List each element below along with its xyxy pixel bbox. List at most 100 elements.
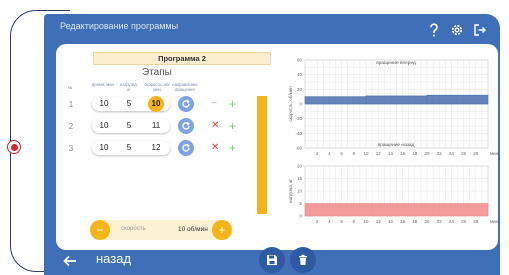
logout-icon[interactable] — [472, 22, 488, 38]
add-stage-icon[interactable]: + — [229, 120, 236, 132]
stages-title: Этапы — [142, 67, 172, 78]
x-tick-label: 22 — [437, 219, 443, 224]
y-tick-label: 40 — [297, 72, 303, 77]
speed-increase-button[interactable]: + — [212, 220, 232, 240]
load-value[interactable]: 5 — [119, 97, 139, 111]
x-tick-label: 14 — [388, 151, 394, 156]
speed-chart: 6040200-20-40-60скорость, об/мин2 4 6 8 10 12… — [288, 58, 498, 157]
x-unit-label: мин — [490, 151, 498, 156]
y-tick-label: 5 — [299, 201, 302, 206]
x-tick-label: 2 — [316, 151, 319, 156]
load-value[interactable]: 5 — [119, 119, 139, 133]
speed-value[interactable]: 11 — [146, 119, 166, 133]
back-arrow-icon[interactable] — [62, 253, 78, 269]
charts-area: 6040200-20-40-60скорость, об/мин2 4 6 8 10 12… — [288, 58, 498, 225]
trash-icon — [299, 254, 307, 265]
save-icon — [267, 255, 277, 265]
col-header-speed: скорость, об/мин — [144, 82, 170, 92]
col-header-load: нагрузка, кг — [120, 82, 138, 92]
x-tick-label: 24 — [449, 219, 455, 224]
speed-value[interactable]: 10 — [146, 97, 166, 111]
y-tick-label: 0 — [299, 214, 302, 219]
time-value[interactable]: 10 — [94, 141, 114, 155]
delete-stage-icon[interactable]: ✕ — [211, 121, 219, 131]
x-tick-label: 10 — [363, 151, 369, 156]
forward-rotation-label: вращение вперед — [376, 61, 416, 66]
x-tick-label: 8 — [353, 151, 356, 156]
speed-value-display[interactable]: 10 об/мин — [178, 226, 208, 233]
load-value[interactable]: 5 — [119, 141, 139, 155]
delete-program-button[interactable] — [290, 247, 316, 273]
y-tick-label: 20 — [297, 164, 303, 169]
x-tick-label: 16 — [400, 151, 406, 156]
x-tick-label: 18 — [412, 151, 418, 156]
load-chart: 20151050нагрузка, кг2 4 6 8 10 12 14 16 18 20 22 24… — [288, 164, 498, 225]
rotation-direction-icon[interactable] — [178, 96, 194, 112]
row-number: 3 — [68, 144, 74, 153]
y-axis-label: скорость, об/мин — [288, 86, 293, 122]
speed-decrease-button[interactable]: − — [90, 220, 110, 240]
x-tick-label: 4 — [328, 219, 331, 224]
bottom-bar: назад — [44, 247, 500, 275]
row-number: 1 — [68, 100, 74, 109]
rotation-direction-icon[interactable] — [178, 118, 194, 134]
col-header-time: время, мин — [92, 82, 114, 87]
time-value[interactable]: 10 — [94, 119, 114, 133]
row-number: 2 — [68, 122, 74, 131]
y-tick-label: 60 — [297, 58, 303, 63]
speed-label: скорость — [121, 226, 146, 232]
add-stage-icon[interactable]: + — [229, 98, 236, 110]
x-tick-label: 28 — [473, 219, 479, 224]
settings-gear-icon[interactable] — [449, 22, 465, 38]
delete-stage-icon[interactable]: − — [211, 99, 217, 109]
add-stage-icon[interactable]: + — [229, 142, 236, 154]
screen: Редактирование программы Программа 2 Эта… — [0, 0, 509, 275]
x-unit-label: мин — [490, 219, 498, 224]
y-tick-label: -40 — [295, 131, 302, 136]
col-header-direction: направление вращения — [172, 82, 198, 92]
col-header-num: № — [67, 85, 73, 90]
x-tick-label: 16 — [400, 219, 406, 224]
help-icon[interactable] — [426, 22, 442, 38]
x-tick-label: 14 — [388, 219, 394, 224]
x-tick-label: 26 — [461, 219, 467, 224]
x-tick-label: 22 — [437, 151, 443, 156]
time-value[interactable]: 10 — [94, 97, 114, 111]
x-tick-label: 12 — [376, 219, 382, 224]
x-tick-label: 2 — [316, 219, 319, 224]
x-tick-label: 20 — [424, 219, 430, 224]
page-title: Редактирование программы — [60, 21, 179, 31]
x-tick-label: 18 — [412, 219, 418, 224]
program-scrollbar[interactable] — [257, 96, 267, 214]
delete-stage-icon[interactable]: ✕ — [211, 143, 219, 153]
y-tick-label: 0 — [299, 102, 302, 107]
y-tick-label: -20 — [295, 116, 302, 121]
x-tick-label: 28 — [473, 151, 479, 156]
x-tick-label: 26 — [461, 151, 467, 156]
program-name: Программа 2 — [93, 52, 271, 65]
x-tick-label: 20 — [424, 151, 430, 156]
record-indicator-icon[interactable] — [7, 140, 21, 154]
x-tick-label: 12 — [376, 151, 382, 156]
app-window: Редактирование программы Программа 2 Эта… — [44, 14, 500, 275]
y-tick-label: -60 — [295, 146, 302, 151]
save-button[interactable] — [259, 247, 285, 273]
series-area — [304, 203, 489, 217]
y-tick-label: 20 — [297, 87, 303, 92]
y-tick-label: 15 — [297, 176, 303, 181]
x-tick-label: 6 — [340, 219, 343, 224]
back-button[interactable]: назад — [96, 251, 131, 266]
speed-value[interactable]: 12 — [146, 141, 166, 155]
top-bar: Редактирование программы — [44, 14, 500, 44]
editor-panel: Программа 2 Этапы № время, мин нагрузка,… — [56, 44, 498, 250]
y-tick-label: 10 — [297, 189, 303, 194]
rotation-direction-icon[interactable] — [178, 140, 194, 156]
y-axis-label: нагрузка, кг — [288, 179, 293, 203]
x-tick-label: 24 — [449, 151, 455, 156]
backward-rotation-label: вращение назад — [378, 143, 415, 148]
x-tick-label: 10 — [363, 219, 369, 224]
x-tick-label: 4 — [328, 151, 331, 156]
series-area — [304, 94, 489, 105]
x-tick-label: 6 — [340, 151, 343, 156]
speed-stepper: − скорость 10 об/мин + — [90, 220, 232, 240]
